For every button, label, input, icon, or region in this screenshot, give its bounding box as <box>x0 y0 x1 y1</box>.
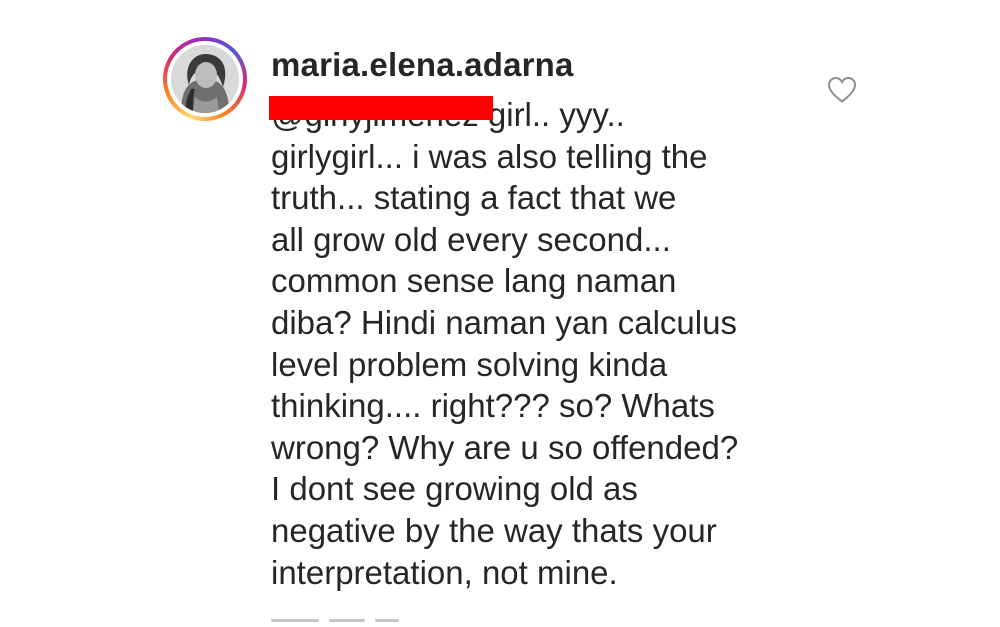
mention-link[interactable]: @girlyjimenez <box>269 94 493 136</box>
avatar-story-ring[interactable] <box>163 37 247 121</box>
heart-outline-icon <box>827 76 857 103</box>
comment-line: all grow old every second... <box>271 220 671 258</box>
redaction-bar <box>269 96 493 120</box>
comment-line-1: @girlyjimenez girl.. yyy.. <box>269 94 791 136</box>
comment-meta-row <box>271 609 451 623</box>
comment-username[interactable]: maria.elena.adarna <box>271 46 574 84</box>
comment-line: thinking.... right??? so? Whats <box>271 387 715 425</box>
comment-line: I dont see growing old as <box>271 470 638 508</box>
comment-line: interpretation, not mine. <box>271 553 618 591</box>
meta-fragment <box>329 619 365 622</box>
avatar[interactable] <box>171 45 239 113</box>
meta-fragment <box>271 619 319 622</box>
comment-line: common sense lang naman <box>271 262 677 300</box>
comment-line: negative by the way thats your <box>271 511 717 549</box>
avatar-photo-icon <box>171 45 239 113</box>
meta-fragment <box>375 619 399 622</box>
comment-line: diba? Hindi naman yan calculus <box>271 303 737 341</box>
comment-view: maria.elena.adarna @girlyjimenez girl.. … <box>0 0 1000 627</box>
comment-line: girlygirl... i was also telling the <box>271 137 708 175</box>
comment-line: truth... stating a fact that we <box>271 179 677 217</box>
like-button[interactable] <box>827 76 857 103</box>
comment-line: wrong? Why are u so offended? <box>271 428 739 466</box>
comment-line-text: girl.. yyy.. <box>478 96 625 133</box>
comment-line: level problem solving kinda <box>271 345 668 383</box>
comment-text: @girlyjimenez girl.. yyy.. girlygirl... … <box>269 94 791 593</box>
